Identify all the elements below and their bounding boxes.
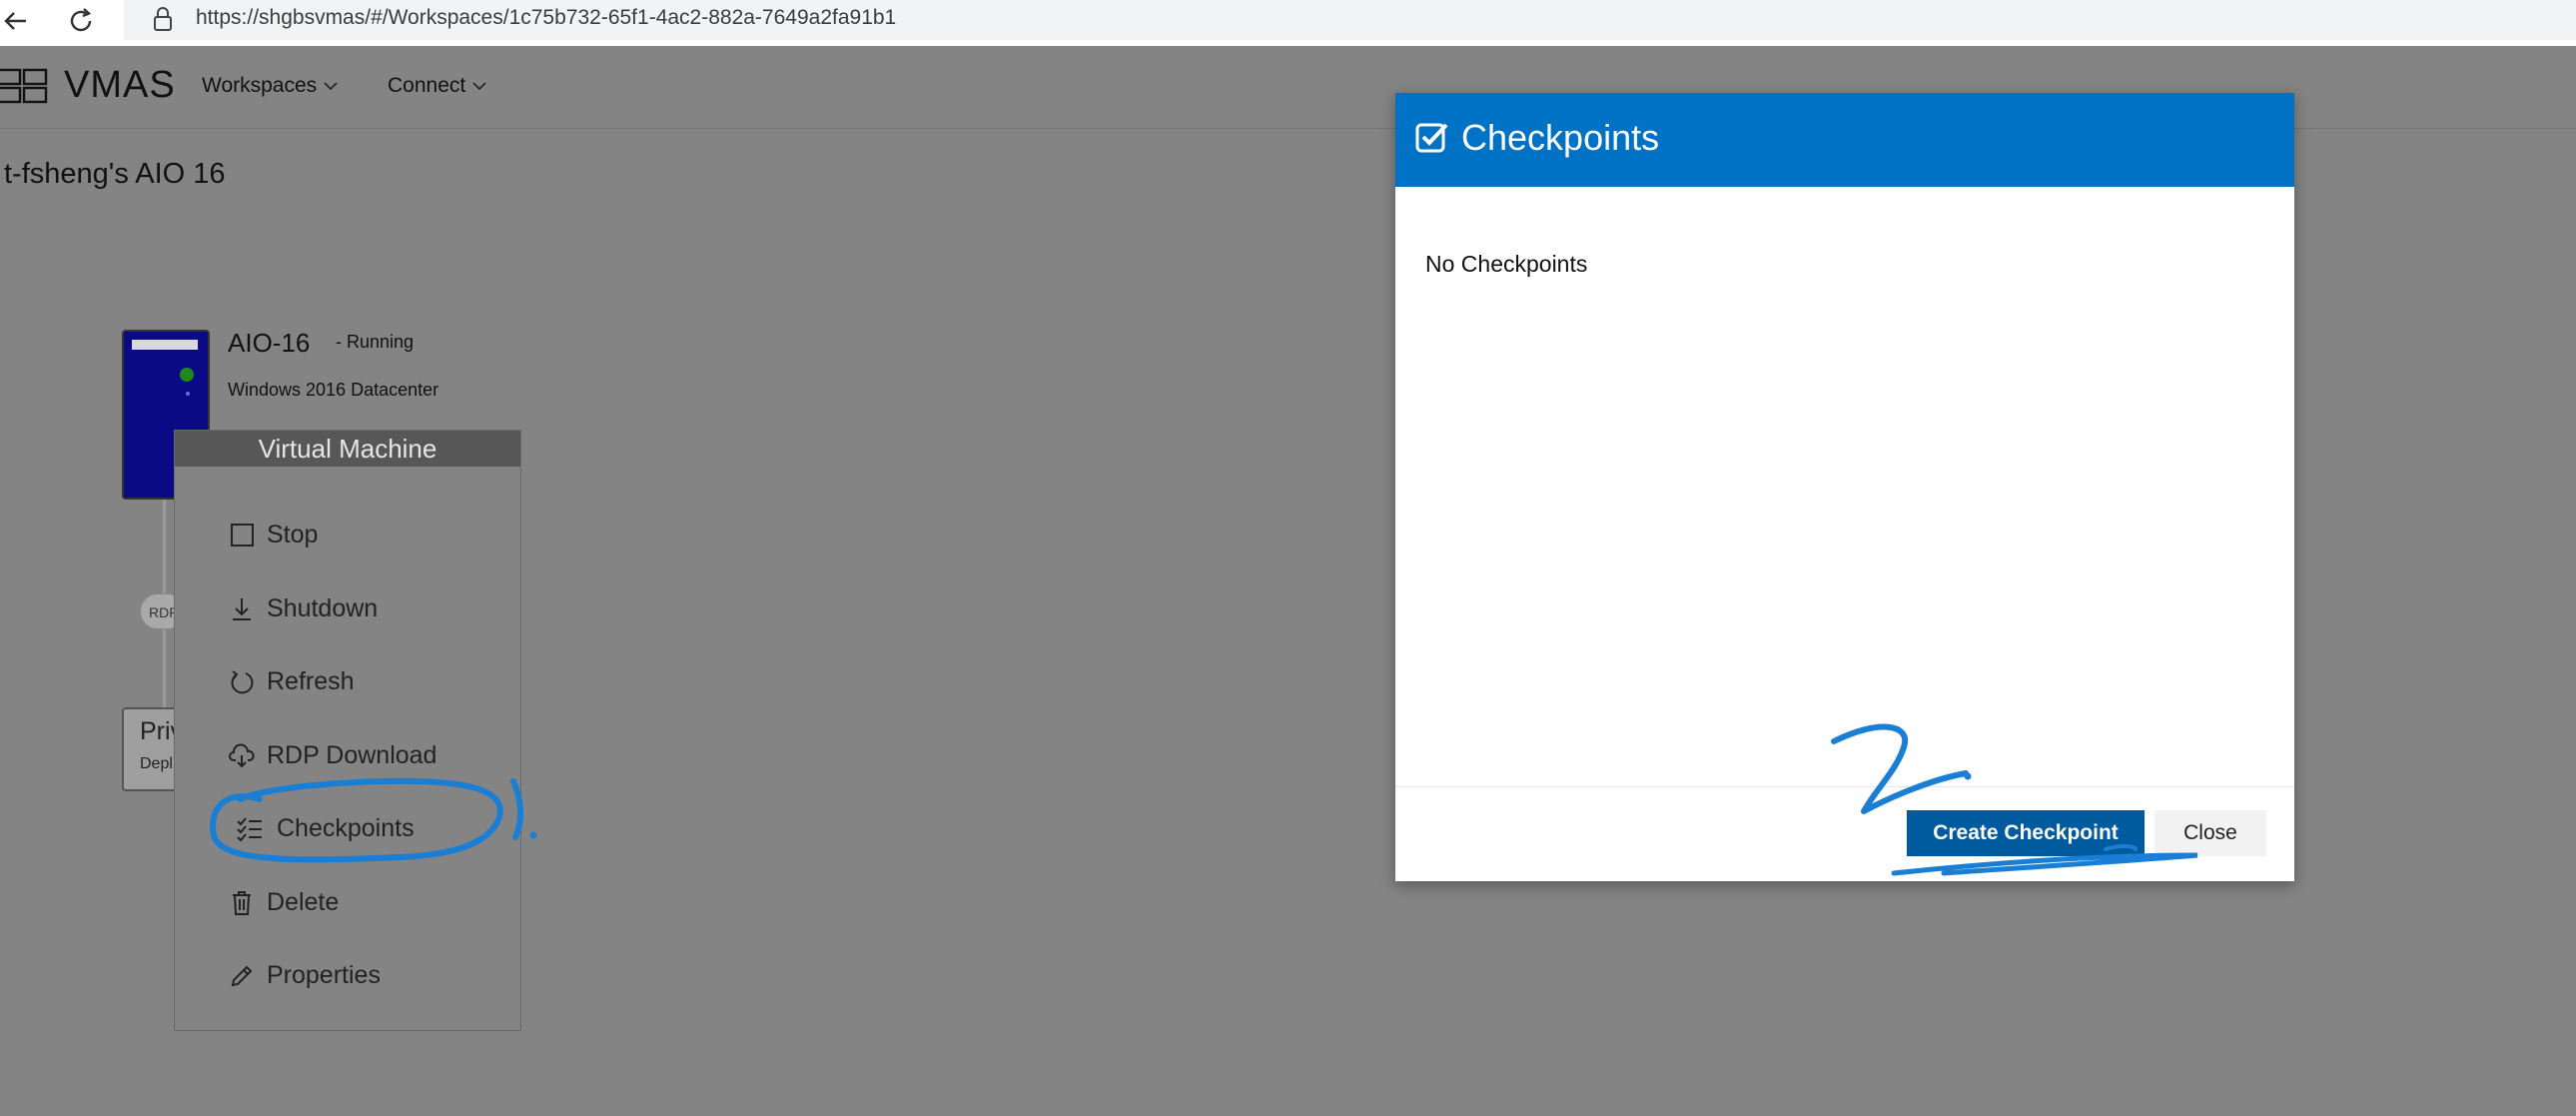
vm-context-menu: Virtual Machine Stop Shutdown Refresh RD… [174,430,521,1031]
vm-os: Windows 2016 Datacenter [228,380,439,400]
nav-workspaces-label: Workspaces [202,74,318,97]
status-led [180,368,194,382]
brand-name[interactable]: VMAS [64,64,176,107]
download-arrow-icon [229,596,255,622]
context-menu-title: Virtual Machine [175,431,520,467]
nav-connect-label: Connect [388,74,466,97]
server-slot [132,340,198,350]
dialog-title: Checkpoints [1461,117,1660,158]
pencil-icon [229,963,255,989]
divider [1395,786,2294,787]
dialog-header: Checkpoints [1395,93,2294,187]
menu-item-label: Delete [267,888,340,916]
page-title: t-fsheng's AIO 16 [4,158,226,190]
trash-icon [229,890,255,916]
menu-item-label: RDP Download [267,741,437,769]
reload-icon[interactable] [64,4,98,38]
menu-item-label: Checkpoints [277,814,415,842]
close-button[interactable]: Close [2154,810,2266,856]
lock-icon [152,6,174,32]
create-checkpoint-button[interactable]: Create Checkpoint [1907,810,2145,856]
url-text[interactable]: https://shgbsvmas/#/Workspaces/1c75b732-… [196,6,896,30]
menu-item-label: Shutdown [267,594,379,622]
refresh-icon [229,669,255,695]
menu-item-label: Refresh [267,667,355,695]
checkpoints-dialog: Checkpoints No Checkpoints Create Checkp… [1395,93,2294,881]
nav-connect[interactable]: Connect [388,74,487,98]
checkbox-checked-icon [1415,121,1449,155]
chevron-down-icon [471,80,487,92]
empty-state-message: No Checkpoints [1425,251,1588,277]
nav-workspaces[interactable]: Workspaces [202,74,339,98]
vm-name[interactable]: AIO-16 [228,328,310,359]
menu-item-label: Stop [267,521,319,549]
checklist-icon [237,816,263,842]
grid-logo-icon [0,64,52,110]
browser-toolbar: https://shgbsvmas/#/Workspaces/1c75b732-… [0,0,2576,47]
vm-status: - Running [336,332,415,352]
cloud-download-icon [229,743,255,769]
menu-item-label: Properties [267,961,381,989]
address-bar[interactable]: https://shgbsvmas/#/Workspaces/1c75b732-… [124,0,2576,40]
back-arrow-icon[interactable] [0,4,34,38]
chevron-down-icon [323,80,339,92]
indicator-dot [186,392,190,396]
square-icon [229,523,255,549]
network-subtitle: Depl [140,755,173,772]
annotation-dot-1 [529,831,537,839]
